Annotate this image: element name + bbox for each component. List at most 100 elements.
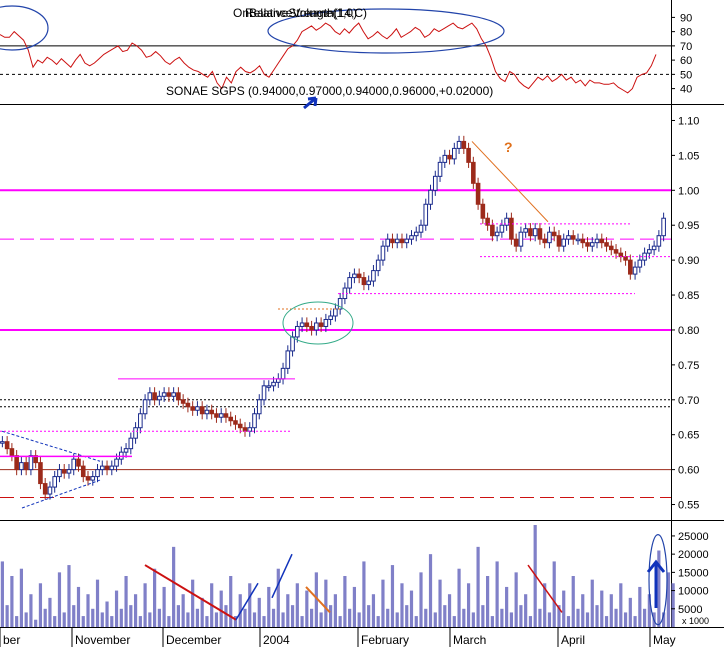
price-bar-body — [123, 448, 129, 453]
price-bar-body — [647, 249, 652, 254]
price-bar-body — [371, 270, 376, 282]
volume-bar — [181, 594, 185, 627]
indicator-tick-label-2: 60 — [680, 55, 692, 67]
volume-bar — [642, 608, 647, 627]
volume-bar — [576, 608, 580, 627]
price-bar-body — [594, 238, 600, 244]
price-bar-body — [628, 259, 633, 275]
price-bar-body — [461, 140, 467, 149]
volume-bar — [585, 612, 590, 627]
volume-bar — [167, 616, 171, 627]
volume-bar — [524, 594, 528, 627]
price-bar-body — [47, 486, 53, 495]
price-bar-body — [366, 280, 371, 286]
volume-bar — [519, 605, 523, 627]
price-bar-body — [618, 252, 624, 258]
price-bar-body — [570, 235, 576, 240]
volume-bar — [414, 616, 418, 627]
price-bar-body — [57, 469, 62, 478]
price-bar-body — [499, 224, 505, 233]
volume-unit-label: x 1000 — [682, 616, 709, 626]
price-bar-body — [394, 238, 400, 244]
price-bar-body — [314, 322, 319, 331]
volume-bar — [138, 616, 142, 627]
price-bar-body — [14, 455, 19, 471]
price-bar-body — [347, 277, 352, 289]
volume-bar — [38, 583, 43, 627]
price-bar-body — [166, 392, 172, 397]
volume-bar — [424, 608, 428, 627]
volume-bar — [271, 608, 276, 627]
volume-bar — [452, 616, 456, 627]
price-bar-body — [237, 423, 243, 429]
price-bar-body — [261, 385, 267, 401]
volume-bar — [267, 586, 271, 627]
price-tick-label-5: 0.80 — [678, 325, 699, 337]
price-bar-body — [61, 469, 67, 474]
volume-bar — [248, 583, 252, 627]
volume-bar — [338, 616, 342, 627]
volume-bar — [257, 597, 261, 627]
price-bar-body — [128, 437, 134, 450]
price-bar-body — [413, 231, 419, 237]
indicator-tick-label-4: 80 — [680, 27, 692, 39]
price-bar-body — [566, 235, 571, 240]
volume-bar — [205, 616, 209, 627]
x-axis-label-7: May — [653, 633, 676, 647]
price-tick-label-0: 0.55 — [678, 500, 699, 512]
volume-bar — [386, 608, 390, 627]
price-bar-body — [152, 392, 157, 401]
volume-bar — [333, 594, 337, 627]
volume-bar — [153, 568, 157, 627]
volume-bar — [581, 594, 585, 627]
volume-bar — [628, 597, 632, 627]
volume-bar — [376, 616, 380, 627]
volume-bar — [305, 590, 309, 627]
volume-bar — [286, 594, 290, 627]
price-bar-body — [528, 228, 533, 237]
volume-bar — [471, 612, 475, 627]
price-bar-body — [428, 189, 433, 205]
price-bar-body — [142, 399, 148, 415]
price-bar-body — [375, 259, 381, 272]
volume-bar — [19, 568, 24, 627]
price-bar-body — [361, 277, 367, 286]
price-bar-body — [661, 217, 666, 237]
volume-bar — [395, 612, 399, 627]
volume-bar — [486, 576, 490, 627]
price-bar-body — [480, 203, 486, 219]
volume-bar — [0, 561, 4, 627]
volume-bar — [76, 586, 81, 627]
price-bar-body — [76, 458, 81, 467]
volume-bar — [324, 579, 328, 627]
price-bar-body — [613, 249, 619, 254]
volume-bar — [457, 568, 461, 627]
volume-bar — [281, 612, 285, 627]
price-bar-body — [19, 462, 24, 471]
volume-bar — [148, 612, 152, 627]
price-bar-body — [551, 231, 557, 237]
price-tick-label-6: 0.85 — [678, 290, 699, 302]
price-bar-body — [71, 458, 77, 471]
volume-bar — [57, 572, 62, 627]
price-bar-body — [209, 409, 214, 415]
price-tick-label-8: 0.95 — [678, 220, 699, 232]
price-bar-body — [171, 392, 176, 397]
volume-bar — [195, 608, 200, 627]
price-bar-body — [256, 399, 262, 415]
price-bar-body — [161, 392, 167, 397]
price-bar-body — [390, 238, 395, 244]
volume-bar — [447, 594, 452, 627]
volume-bar — [514, 572, 518, 627]
x-axis-label-3: 2004 — [263, 633, 290, 647]
price-bar-body — [295, 325, 300, 338]
x-axis-label-0: ber — [3, 633, 20, 647]
price-bar-body — [599, 238, 605, 244]
price-tick-label-7: 0.90 — [678, 255, 699, 267]
price-bar-body — [452, 147, 457, 160]
price-bar-body — [199, 406, 205, 415]
price-bar-body — [318, 322, 324, 327]
price-bar-body — [490, 224, 495, 237]
price-bar-body — [4, 441, 10, 450]
price-bar-body — [228, 416, 234, 422]
